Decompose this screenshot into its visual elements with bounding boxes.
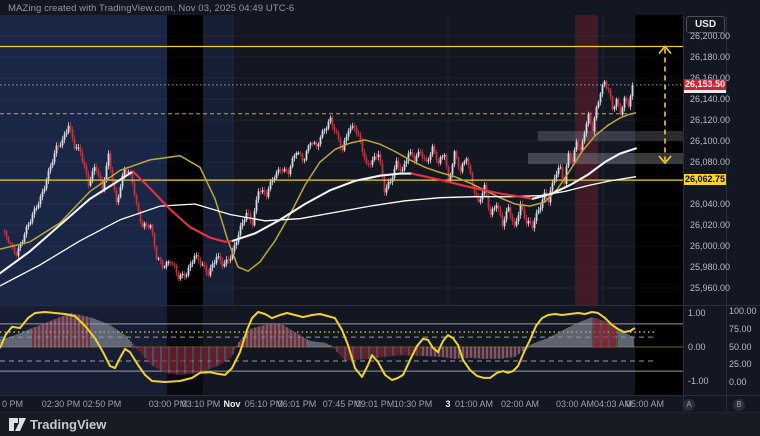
indicator-scale-b-label: 100.00 — [729, 306, 757, 316]
price-axis-label: 26,080.00 — [690, 157, 730, 167]
indicator-scale-b-label: 75.00 — [729, 324, 752, 334]
chart-attribution: MAZing created with TradingView.com, Nov… — [8, 3, 294, 14]
time-axis-border — [0, 395, 760, 396]
time-axis-label: 09:01 PM — [356, 399, 395, 409]
time-axis-label: 05:00 AM — [626, 399, 664, 409]
tradingview-wordmark[interactable]: TradingView — [30, 417, 106, 432]
indicator-panel-canvas[interactable] — [0, 305, 683, 395]
time-axis-label: 02:50 PM — [83, 399, 122, 409]
time-axis-label: 3 — [445, 399, 450, 409]
price-axis-label: 26,040.00 — [690, 199, 730, 209]
scale-badge-b[interactable]: B — [733, 399, 745, 411]
price-axis-label: 26,200.00 — [690, 31, 730, 41]
price-axis-label: 25,980.00 — [690, 262, 730, 272]
level-price-label: 26,062.75 — [684, 174, 726, 185]
price-axis-label: 26,000.00 — [690, 241, 730, 251]
time-axis-label: 0 PM — [2, 399, 23, 409]
tradingview-logo-icon[interactable] — [9, 417, 26, 436]
price-axis-label: 26,020.00 — [690, 220, 730, 230]
time-axis-label: 03:00 AM — [556, 399, 594, 409]
current-price-countdown — [684, 90, 726, 93]
tradingview-chart-window: MAZing created with TradingView.com, Nov… — [0, 0, 760, 436]
scale-badge-a[interactable]: A — [683, 399, 695, 411]
time-axis-label: 02:30 PM — [42, 399, 81, 409]
time-axis-label: 03:10 PM — [182, 399, 221, 409]
price-axis-border — [683, 15, 684, 412]
main-chart-canvas[interactable] — [0, 15, 683, 305]
price-axis-label: 26,140.00 — [690, 94, 730, 104]
panel-divider[interactable] — [0, 305, 760, 306]
time-axis-label: 02:00 AM — [501, 399, 539, 409]
price-axis-label: 26,180.00 — [690, 52, 730, 62]
indicator-scale-a-label: 0.00 — [688, 342, 706, 352]
price-axis-label: 25,960.00 — [690, 283, 730, 293]
time-axis-label: 10:30 PM — [394, 399, 433, 409]
time-axis-label: 06:01 PM — [278, 399, 317, 409]
indicator-scale-b-label: 50.00 — [729, 342, 752, 352]
time-axis-label: Nov — [223, 399, 240, 409]
indicator-scale-a-label: 1.00 — [688, 308, 706, 318]
indicator-scale-b-label: 0.00 — [729, 377, 747, 387]
indicator-scale-a-label: -1.00 — [688, 376, 709, 386]
price-axis-label: 26,120.00 — [690, 115, 730, 125]
price-axis-label: 26,100.00 — [690, 136, 730, 146]
time-axis-label: 01:00 AM — [455, 399, 493, 409]
indicator-scale-b-label: 25.00 — [729, 359, 752, 369]
current-price-label: 26,153.50 — [684, 79, 726, 90]
footer-bar: TradingView — [0, 413, 760, 436]
